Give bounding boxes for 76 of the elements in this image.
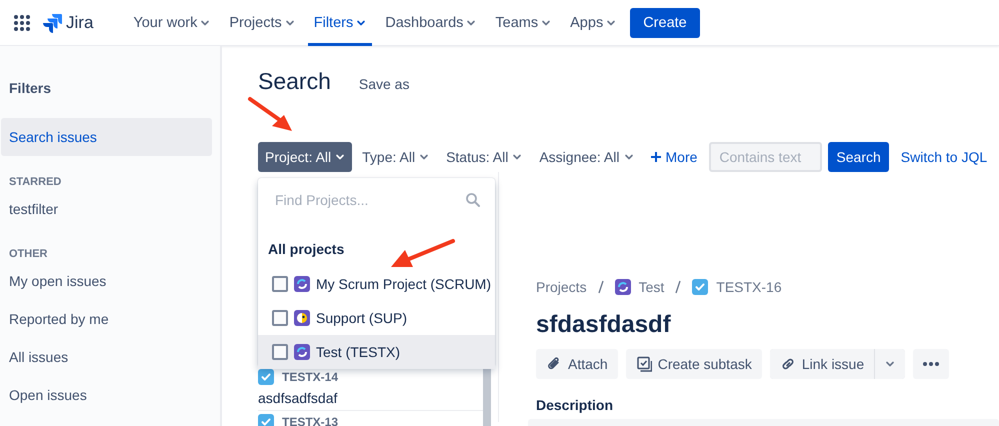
- nav-menu-item[interactable]: Projects: [223, 0, 301, 46]
- filter-dropdown[interactable]: Type: All: [355, 142, 436, 172]
- chevron-icon: [420, 154, 428, 160]
- project-option[interactable]: My Scrum Project (SCRUM): [258, 267, 495, 301]
- chevron-icon: [514, 154, 522, 160]
- chevron-icon: [286, 20, 294, 25]
- description-heading: Description: [536, 397, 614, 413]
- jira-logo-icon: [42, 12, 62, 32]
- sidebar-title: Filters: [8, 80, 52, 98]
- filter-dropdown[interactable]: Assignee: All: [532, 142, 640, 172]
- plus-icon: [650, 151, 662, 163]
- issue-title: sfdasfdasdf: [536, 311, 672, 339]
- app-name: Jira: [66, 12, 94, 32]
- annotation-arrow: [391, 239, 455, 267]
- filter-dropdown[interactable]: Status: All: [439, 142, 530, 172]
- nav-menu-item[interactable]: Filters: [308, 0, 372, 46]
- issue-key: TESTX-13: [282, 415, 338, 426]
- dropdown-section-heading: All projects: [268, 241, 344, 257]
- task-icon: [258, 414, 274, 426]
- chevron-icon: [542, 20, 550, 25]
- task-icon: [258, 369, 274, 385]
- app-switcher-icon: [13, 14, 31, 32]
- create-button[interactable]: Create: [630, 8, 700, 38]
- checkbox[interactable]: [272, 276, 288, 292]
- sidebar-item[interactable]: Reported by me: [1, 300, 212, 338]
- switch-to-jql-link[interactable]: Switch to JQL: [900, 149, 988, 165]
- issue-action-button[interactable]: Attach: [536, 349, 618, 379]
- checkbox[interactable]: [272, 310, 288, 326]
- project-avatar-icon: [294, 344, 310, 360]
- sidebar-item[interactable]: All issues: [1, 338, 212, 376]
- nav-menu-item[interactable]: Dashboards: [379, 0, 482, 46]
- issue-key: TESTX-14: [282, 370, 338, 384]
- sidebar-item[interactable]: My open issues: [1, 262, 212, 300]
- more-icon: [922, 361, 940, 367]
- sidebar-item[interactable]: Open issues: [1, 376, 212, 414]
- annotation-arrow: [248, 97, 292, 131]
- link-icon: [780, 356, 796, 372]
- breadcrumb-separator-icon: [596, 279, 605, 295]
- find-projects-field[interactable]: Find Projects...: [273, 191, 465, 209]
- breadcrumb-separator-icon: [674, 279, 682, 295]
- task-icon: [692, 279, 708, 295]
- breadcrumb-link[interactable]: Test: [638, 279, 664, 295]
- project-option[interactable]: Test (TESTX): [258, 335, 495, 369]
- filter-dropdown[interactable]: Project: All: [258, 142, 352, 172]
- breadcrumb-link[interactable]: Projects: [536, 279, 587, 295]
- more-filters-button[interactable]: More: [644, 142, 704, 172]
- sidebar-item[interactable]: testfilter: [1, 190, 212, 228]
- breadcrumb-link[interactable]: TESTX-16: [716, 279, 782, 295]
- chevron-icon: [886, 362, 894, 366]
- project-avatar-icon: [294, 276, 310, 292]
- issue-action-button[interactable]: Link issue: [770, 349, 874, 379]
- project-option[interactable]: Support (SUP): [258, 301, 495, 335]
- checkbox-stack-icon: [636, 356, 652, 372]
- section-heading: OTHER: [8, 248, 48, 262]
- project-avatar-icon: [614, 279, 631, 295]
- chevron-icon: [357, 20, 366, 25]
- search-button[interactable]: Search: [828, 142, 889, 172]
- page-title: Search: [258, 68, 331, 95]
- section-heading: STARRED: [8, 176, 62, 190]
- chevron-icon: [468, 20, 476, 25]
- nav-menu-item[interactable]: Apps: [564, 0, 622, 46]
- chevron-icon: [624, 154, 632, 160]
- issue-summary[interactable]: asdfsadfsdaf: [258, 388, 472, 410]
- text-search-field[interactable]: Contains text: [709, 142, 822, 172]
- nav-menu-item[interactable]: Teams: [489, 0, 558, 46]
- chevron-icon: [336, 154, 344, 160]
- search-icon: [465, 192, 481, 208]
- sidebar-item[interactable]: Search issues: [1, 118, 212, 156]
- checkbox[interactable]: [272, 344, 288, 360]
- more-actions-button[interactable]: [913, 349, 950, 379]
- project-avatar-icon: [294, 310, 310, 326]
- nav-menu-item[interactable]: Your work: [127, 0, 216, 46]
- save-as-button[interactable]: Save as: [354, 76, 414, 92]
- chevron-icon: [202, 20, 210, 25]
- chevron-icon: [607, 20, 615, 25]
- issue-action-button[interactable]: Create subtask: [626, 349, 762, 379]
